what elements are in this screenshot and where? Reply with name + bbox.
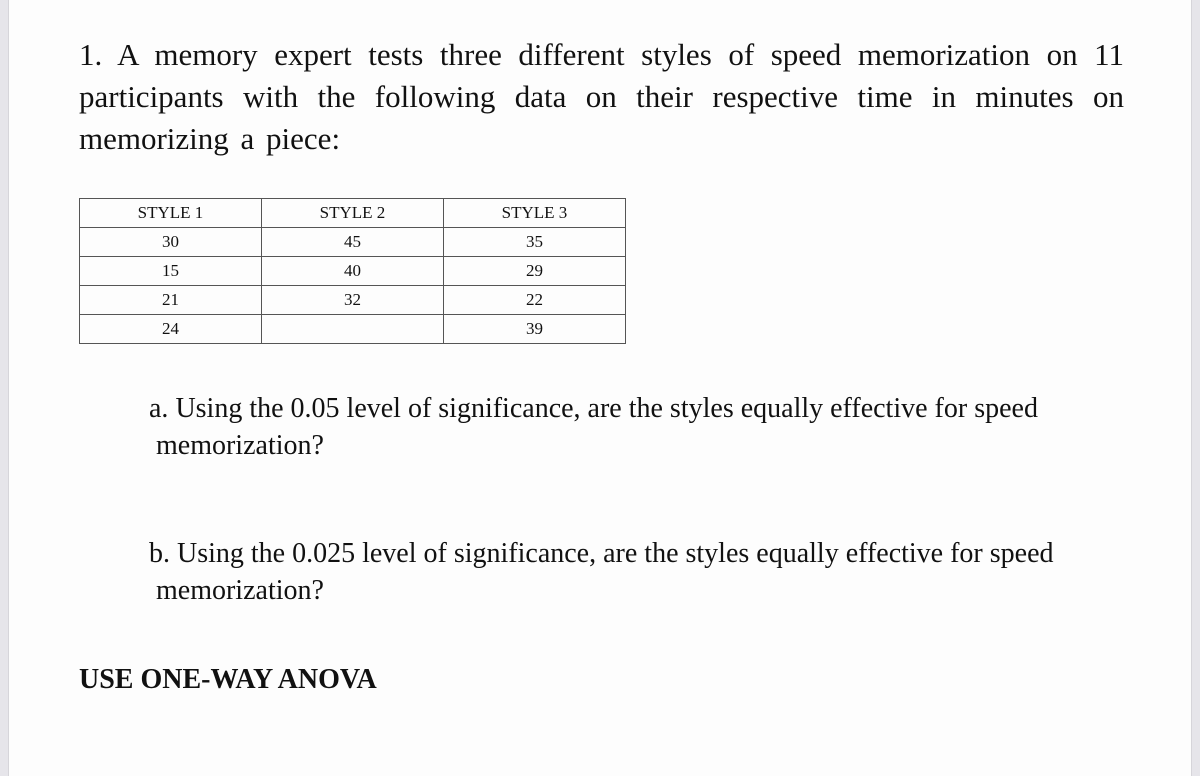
method-instruction: USE ONE-WAY ANOVA	[79, 664, 377, 695]
question-label: a.	[149, 393, 169, 424]
question-text-continued: memorization?	[156, 575, 324, 606]
header-style-2: STYLE 2	[261, 198, 444, 228]
table-row: 30 45 35	[79, 227, 626, 257]
table-cell: 39	[443, 314, 626, 344]
header-style-1: STYLE 1	[79, 198, 262, 228]
problem-number: 1.	[79, 37, 103, 72]
table-row: 15 40 29	[79, 256, 626, 286]
table-cell: 22	[443, 285, 626, 315]
table-cell: 21	[79, 285, 262, 315]
question-a: a. Using the 0.05 level of significance,…	[149, 390, 1149, 464]
table-row: 21 32 22	[79, 285, 626, 315]
data-table: STYLE 1 STYLE 2 STYLE 3 30 45 35 15 40 2…	[79, 198, 626, 344]
table-row: 24 39	[79, 314, 626, 344]
table-cell: 30	[79, 227, 262, 257]
table-cell: 40	[261, 256, 444, 286]
question-b: b. Using the 0.025 level of significance…	[149, 535, 1149, 609]
table-cell: 35	[443, 227, 626, 257]
table-cell	[261, 314, 444, 344]
header-style-3: STYLE 3	[443, 198, 626, 228]
table-cell: 32	[261, 285, 444, 315]
table-cell: 15	[79, 256, 262, 286]
question-text-continued: memorization?	[156, 430, 324, 461]
question-label: b.	[149, 538, 170, 569]
problem-statement: 1. A memory expert tests three different…	[79, 34, 1124, 160]
table-cell: 29	[443, 256, 626, 286]
problem-intro-text: A memory expert tests three different st…	[79, 37, 1124, 156]
table-header-row: STYLE 1 STYLE 2 STYLE 3	[79, 198, 626, 228]
question-text: Using the 0.025 level of significance, a…	[177, 538, 1054, 569]
table-cell: 24	[79, 314, 262, 344]
document-page: 1. A memory expert tests three different…	[8, 0, 1192, 776]
question-text: Using the 0.05 level of significance, ar…	[175, 393, 1038, 424]
table-cell: 45	[261, 227, 444, 257]
